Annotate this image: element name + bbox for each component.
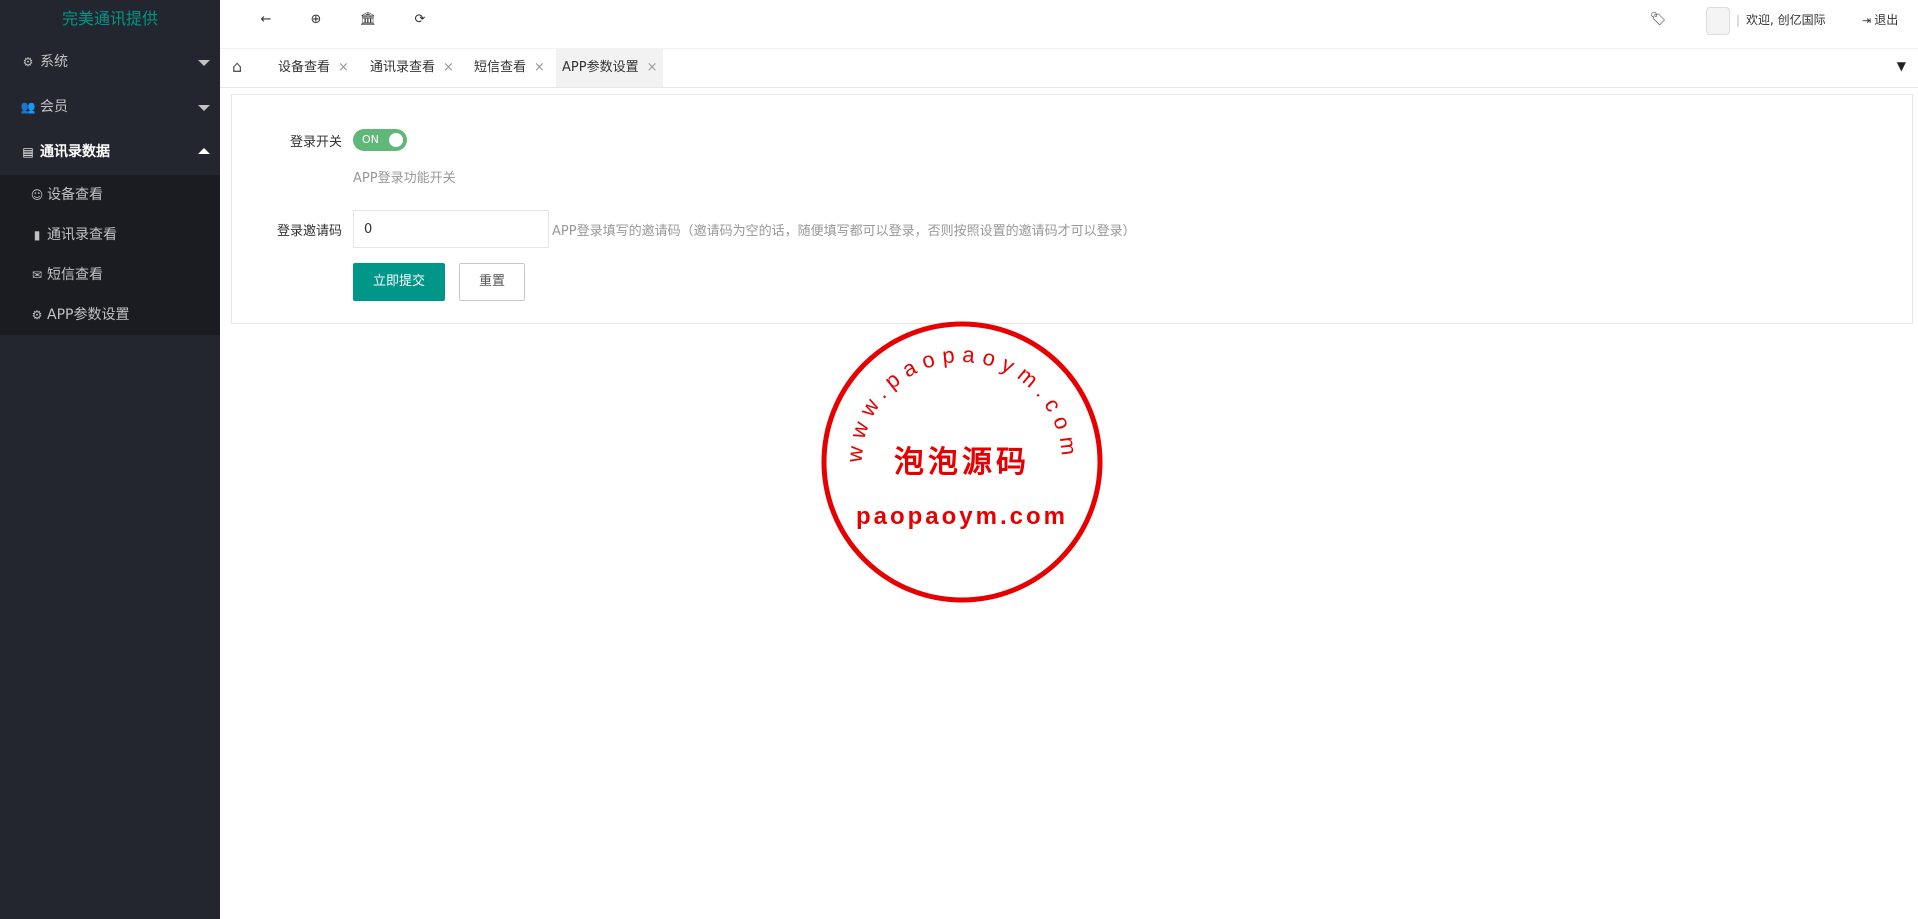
user-menu[interactable]: | 欢迎, 创亿国际 bbox=[1706, 0, 1826, 40]
chevron-down-icon bbox=[198, 60, 210, 66]
tab-label: 通讯录查看 bbox=[370, 60, 436, 75]
stamp-center-text: 泡泡源码 bbox=[894, 445, 1030, 480]
settings-form: 登录开关 ON APP登录功能开关 登录邀请码 APP登录填写的邀请码（邀请码为… bbox=[231, 94, 1913, 324]
sidebar-item-label: APP参数设置 bbox=[47, 307, 130, 323]
sidebar-item-label: 会员 bbox=[40, 99, 68, 115]
sidebar-item-app-settings[interactable]: ⚙ APP参数设置 bbox=[0, 295, 220, 335]
submit-button[interactable]: 立即提交 bbox=[353, 263, 445, 301]
sidebar-item-label: 通讯录数据 bbox=[40, 144, 110, 160]
gear-icon: ⚙ bbox=[31, 308, 43, 322]
login-switch-label: 登录开关 bbox=[289, 135, 342, 150]
app-logo: 完美通讯提供 bbox=[61, 9, 158, 28]
invite-code-hint: APP登录填写的邀请码（邀请码为空的话，随便填写都可以登录，否则按照设置的邀请码… bbox=[552, 224, 1136, 239]
sidebar-item-label: 通讯录查看 bbox=[47, 227, 117, 243]
reset-button[interactable]: 重置 bbox=[459, 263, 525, 301]
users-icon: 👥 bbox=[20, 100, 36, 114]
top-toolbar: ← ⊕ 🏛 ⟳ 🏷 | 欢迎, 创亿国际 ⇥ 退出 bbox=[220, 0, 1918, 40]
close-icon[interactable]: × bbox=[534, 60, 545, 75]
id-card-icon: ▤ bbox=[22, 145, 34, 159]
chevron-up-icon bbox=[198, 148, 210, 154]
avatar bbox=[1706, 6, 1730, 35]
close-icon[interactable]: × bbox=[443, 60, 454, 75]
tab-bar: ⌂ 设备查看 × 通讯录查看 × 短信查看 × APP参数设置 × ▼ bbox=[220, 48, 1918, 88]
sidebar-item-label: 设备查看 bbox=[47, 187, 103, 203]
sidebar-item-device-view[interactable]: ☺ 设备查看 bbox=[0, 175, 220, 215]
sidebar-item-system[interactable]: ⚙ 系统 bbox=[0, 40, 220, 85]
separator: | bbox=[1736, 13, 1741, 27]
tag-icon[interactable]: 🏷 bbox=[1648, 10, 1668, 30]
tab-label: APP参数设置 bbox=[562, 60, 639, 75]
tab-label: 设备查看 bbox=[278, 60, 331, 75]
bank-icon[interactable]: 🏛 bbox=[358, 10, 378, 30]
invite-code-input[interactable] bbox=[353, 210, 549, 248]
chevron-down-icon[interactable]: ▼ bbox=[1897, 59, 1906, 73]
switch-text: ON bbox=[362, 133, 379, 146]
back-arrow-icon[interactable]: ← bbox=[256, 10, 276, 30]
sidebar-item-contacts-view[interactable]: ▮ 通讯录查看 bbox=[0, 215, 220, 255]
sidebar-item-members[interactable]: 👥 会员 bbox=[0, 85, 220, 130]
switch-hint: APP登录功能开关 bbox=[353, 171, 456, 186]
sidebar: 完美通讯提供 ⚙ 系统 👥 会员 ▤ 通讯录数据 ☺ 设备查看 ▮ 通讯录查看 ✉ 短信查看… bbox=[0, 0, 220, 919]
tab-label: 短信查看 bbox=[474, 60, 527, 75]
chevron-down-icon bbox=[198, 105, 210, 111]
home-icon[interactable]: ⌂ bbox=[232, 57, 242, 76]
close-icon[interactable]: × bbox=[338, 60, 349, 75]
book-icon: ▮ bbox=[33, 228, 41, 242]
switch-knob bbox=[389, 133, 403, 147]
logout-icon: ⇥ bbox=[1862, 14, 1872, 27]
support-icon[interactable]: ⊕ bbox=[306, 10, 326, 30]
sidebar-item-sms-view[interactable]: ✉ 短信查看 bbox=[0, 255, 220, 295]
refresh-icon[interactable]: ⟳ bbox=[410, 10, 430, 30]
tab-app-settings[interactable]: APP参数设置 × bbox=[556, 49, 664, 87]
logout-button[interactable]: ⇥ 退出 bbox=[1862, 0, 1898, 40]
watermark-stamp: www.paopaoym.com 泡泡源码 paopaoym.com bbox=[821, 321, 1103, 603]
sidebar-subnav: ☺ 设备查看 ▮ 通讯录查看 ✉ 短信查看 ⚙ APP参数设置 bbox=[0, 175, 220, 335]
logout-label: 退出 bbox=[1874, 13, 1899, 27]
sidebar-item-label: 短信查看 bbox=[47, 267, 103, 283]
sidebar-item-contacts-data[interactable]: ▤ 通讯录数据 bbox=[0, 130, 220, 175]
close-icon[interactable]: × bbox=[647, 60, 658, 75]
sidebar-item-label: 系统 bbox=[40, 54, 68, 70]
gear-icon: ⚙ bbox=[22, 55, 34, 69]
login-switch-toggle[interactable]: ON bbox=[353, 129, 407, 151]
stamp-bottom-text: paopaoym.com bbox=[856, 503, 1068, 530]
tab-contacts-view[interactable]: 通讯录查看 × bbox=[364, 49, 460, 87]
envelope-icon: ✉ bbox=[31, 268, 43, 282]
user-icon: ☺ bbox=[30, 188, 44, 202]
tab-device-view[interactable]: 设备查看 × bbox=[272, 49, 355, 87]
invite-code-label: 登录邀请码 bbox=[276, 224, 342, 239]
welcome-text: 欢迎, 创亿国际 bbox=[1746, 13, 1826, 27]
tab-sms-view[interactable]: 短信查看 × bbox=[468, 49, 551, 87]
